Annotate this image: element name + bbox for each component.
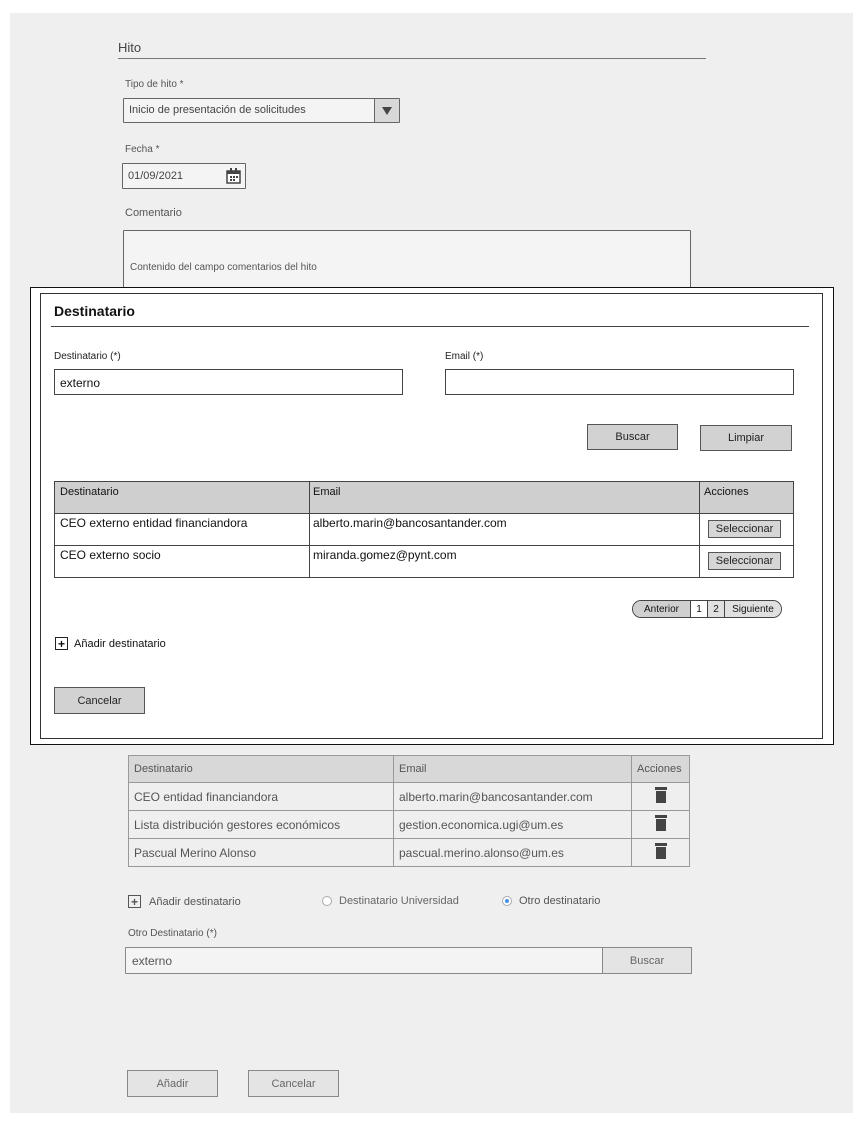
table-row: Pascual Merino Alonso pascual.merino.alo… xyxy=(128,838,690,867)
col-header-acciones: Acciones xyxy=(699,481,794,514)
triangle-down-icon[interactable] xyxy=(374,99,399,122)
cell-destinatario: CEO entidad financiandora xyxy=(128,782,394,811)
tipo-hito-select[interactable]: Inicio de presentación de solicitudes xyxy=(123,98,400,123)
cell-destinatario: CEO externo socio xyxy=(54,545,310,578)
pagination-prev[interactable]: Anterior xyxy=(633,601,691,617)
recipients-table: Destinatario Email Acciones CEO entidad … xyxy=(128,755,690,867)
radio-otro-label: Otro destinatario xyxy=(519,895,601,907)
pagination: Anterior 1 2 Siguiente xyxy=(632,600,782,618)
col-header-destinatario: Destinatario xyxy=(128,755,394,783)
modal-dest-input[interactable]: externo xyxy=(54,369,403,395)
table-row: CEO externo socio miranda.gomez@pynt.com… xyxy=(54,545,794,578)
fecha-input[interactable]: 01/09/2021 xyxy=(122,163,246,189)
modal-cancel-button[interactable]: Cancelar xyxy=(54,687,145,714)
plus-box-icon: + xyxy=(128,895,141,908)
seleccionar-button[interactable]: Seleccionar xyxy=(708,520,781,538)
cell-destinatario: CEO externo entidad financiandora xyxy=(54,513,310,546)
cell-acciones: Seleccionar xyxy=(699,513,794,546)
table-header-row: Destinatario Email Acciones xyxy=(54,481,794,514)
col-header-destinatario: Destinatario xyxy=(54,481,310,514)
pagination-page-1[interactable]: 1 xyxy=(691,601,708,617)
cell-email: pascual.merino.alonso@um.es xyxy=(393,838,632,867)
trash-icon[interactable] xyxy=(654,815,667,831)
cell-email: miranda.gomez@pynt.com xyxy=(309,545,700,578)
radio-univ-label: Destinatario Universidad xyxy=(339,895,459,907)
table-row: Lista distribución gestores económicos g… xyxy=(128,810,690,839)
cell-acciones: Seleccionar xyxy=(699,545,794,578)
cell-destinatario: Pascual Merino Alonso xyxy=(128,838,394,867)
modal-email-input[interactable] xyxy=(445,369,794,395)
tipo-hito-label: Tipo de hito * xyxy=(125,79,184,90)
radio-circle-selected[interactable] xyxy=(502,896,512,906)
table-row: CEO entidad financiandora alberto.marin@… xyxy=(128,782,690,811)
otro-destinatario-value: externo xyxy=(132,954,173,968)
fecha-value: 01/09/2021 xyxy=(128,170,184,182)
comentario-label: Comentario xyxy=(125,207,182,219)
col-header-email: Email xyxy=(309,481,700,514)
cell-email: alberto.marin@bancosantander.com xyxy=(393,782,632,811)
radio-circle[interactable] xyxy=(322,896,332,906)
fecha-label: Fecha * xyxy=(125,144,160,155)
pagination-next[interactable]: Siguiente xyxy=(725,601,781,617)
radio-otro-destinatario[interactable]: Otro destinatario xyxy=(502,895,600,907)
modal-title: Destinatario xyxy=(54,303,135,319)
otro-destinatario-input[interactable]: externo xyxy=(125,947,603,974)
cancelar-button[interactable]: Cancelar xyxy=(248,1070,339,1097)
table-row: CEO externo entidad financiandora albert… xyxy=(54,513,794,546)
otro-buscar-button[interactable]: Buscar xyxy=(602,947,692,974)
modal-buscar-button[interactable]: Buscar xyxy=(587,424,678,450)
cell-destinatario: Lista distribución gestores económicos xyxy=(128,810,394,839)
cell-email: gestion.economica.ugi@um.es xyxy=(393,810,632,839)
modal-limpiar-button[interactable]: Limpiar xyxy=(700,425,792,451)
add-recipient-link[interactable]: + Añadir destinatario xyxy=(128,895,241,908)
modal-results-table: Destinatario Email Acciones CEO externo … xyxy=(54,481,794,578)
modal-email-label: Email (*) xyxy=(445,351,484,362)
modal-title-divider xyxy=(51,326,809,327)
tipo-hito-value: Inicio de presentación de solicitudes xyxy=(129,104,306,116)
otro-destinatario-label: Otro Destinatario (*) xyxy=(128,928,217,939)
modal-dest-value: externo xyxy=(60,376,101,390)
cell-acciones xyxy=(631,782,690,811)
seleccionar-button[interactable]: Seleccionar xyxy=(708,552,781,570)
trash-icon[interactable] xyxy=(654,843,667,859)
cell-email: alberto.marin@bancosantander.com xyxy=(309,513,700,546)
trash-icon[interactable] xyxy=(654,787,667,803)
add-recipient-label: Añadir destinatario xyxy=(149,895,241,908)
anadir-button[interactable]: Añadir xyxy=(127,1070,218,1097)
comentario-value: Contenido del campo comentarios del hito xyxy=(130,262,317,273)
comentario-textarea[interactable]: Contenido del campo comentarios del hito xyxy=(123,230,691,290)
cell-acciones xyxy=(631,810,690,839)
col-header-acciones: Acciones xyxy=(631,755,690,783)
table-header-row: Destinatario Email Acciones xyxy=(128,755,690,783)
cell-acciones xyxy=(631,838,690,867)
modal-dest-label: Destinatario (*) xyxy=(54,351,121,362)
plus-box-icon: + xyxy=(55,637,68,650)
modal-add-recipient-label: Añadir destinatario xyxy=(74,637,166,650)
section-title-hito: Hito xyxy=(118,40,142,55)
modal-add-recipient-link[interactable]: + Añadir destinatario xyxy=(55,637,166,650)
radio-destinatario-universidad[interactable]: Destinatario Universidad xyxy=(322,895,459,907)
calendar-icon[interactable] xyxy=(226,168,241,189)
col-header-email: Email xyxy=(393,755,632,783)
section-divider xyxy=(118,58,706,59)
pagination-page-2[interactable]: 2 xyxy=(708,601,725,617)
